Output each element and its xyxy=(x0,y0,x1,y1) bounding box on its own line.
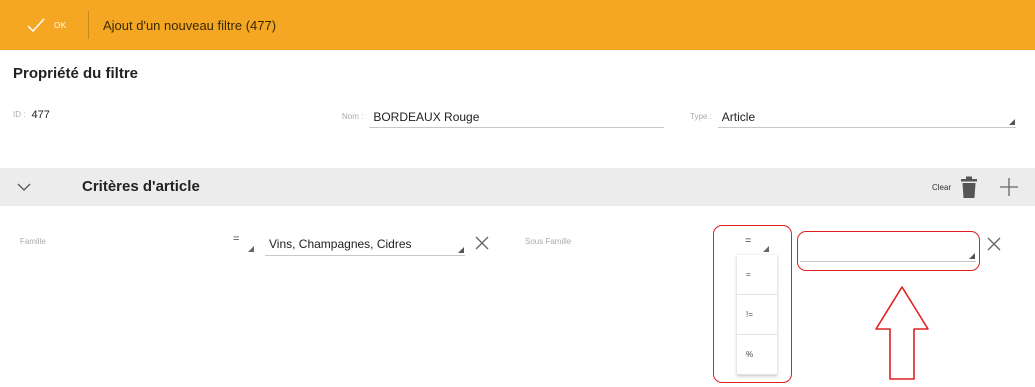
value-highlight-box xyxy=(797,231,980,271)
dropdown-corner-icon xyxy=(248,246,254,252)
id-label: ID : xyxy=(13,110,26,119)
ok-button[interactable]: OK xyxy=(0,0,88,50)
up-arrow-icon xyxy=(875,286,929,380)
close-icon[interactable] xyxy=(987,237,1001,251)
plus-icon[interactable] xyxy=(998,176,1020,198)
type-property: Type : Article xyxy=(690,106,1016,128)
close-icon[interactable] xyxy=(475,236,489,250)
section-title: Propriété du filtre xyxy=(13,65,139,82)
chevron-down-icon[interactable] xyxy=(17,180,31,194)
criteria-header: Critères d'article Clear xyxy=(0,168,1035,206)
dropdown-corner-icon xyxy=(1008,119,1015,125)
sous-famille-label: Sous Famille xyxy=(525,237,572,246)
name-field-value: BORDEAUX Rouge xyxy=(373,109,480,124)
operator-highlight-box xyxy=(713,225,792,383)
name-field[interactable]: BORDEAUX Rouge xyxy=(369,106,665,128)
type-select[interactable]: Article xyxy=(717,106,1016,128)
criteria-title: Critères d'article xyxy=(82,178,200,195)
dropdown-corner-icon xyxy=(458,247,464,253)
action-bar: OK Ajout d'un nouveau filtre (477) xyxy=(0,0,1035,50)
famille-value-select[interactable]: Vins, Champagnes, Cidres xyxy=(265,232,465,256)
name-property: Nom : BORDEAUX Rouge xyxy=(342,106,665,128)
ok-label: OK xyxy=(54,20,67,30)
toolbar-divider xyxy=(88,11,89,39)
famille-label: Famille xyxy=(20,237,46,246)
famille-value: Vins, Champagnes, Cidres xyxy=(269,236,412,251)
type-select-value: Article xyxy=(721,109,756,124)
famille-operator-value: = xyxy=(233,233,240,245)
check-icon xyxy=(27,18,45,33)
clear-button[interactable]: Clear xyxy=(932,183,951,192)
page-title: Ajout d'un nouveau filtre (477) xyxy=(103,17,277,33)
type-label: Type : xyxy=(690,112,712,121)
trash-icon[interactable] xyxy=(958,175,980,199)
id-property: ID : 477 xyxy=(13,108,50,122)
name-label: Nom : xyxy=(342,112,364,121)
id-value: 477 xyxy=(31,109,50,121)
